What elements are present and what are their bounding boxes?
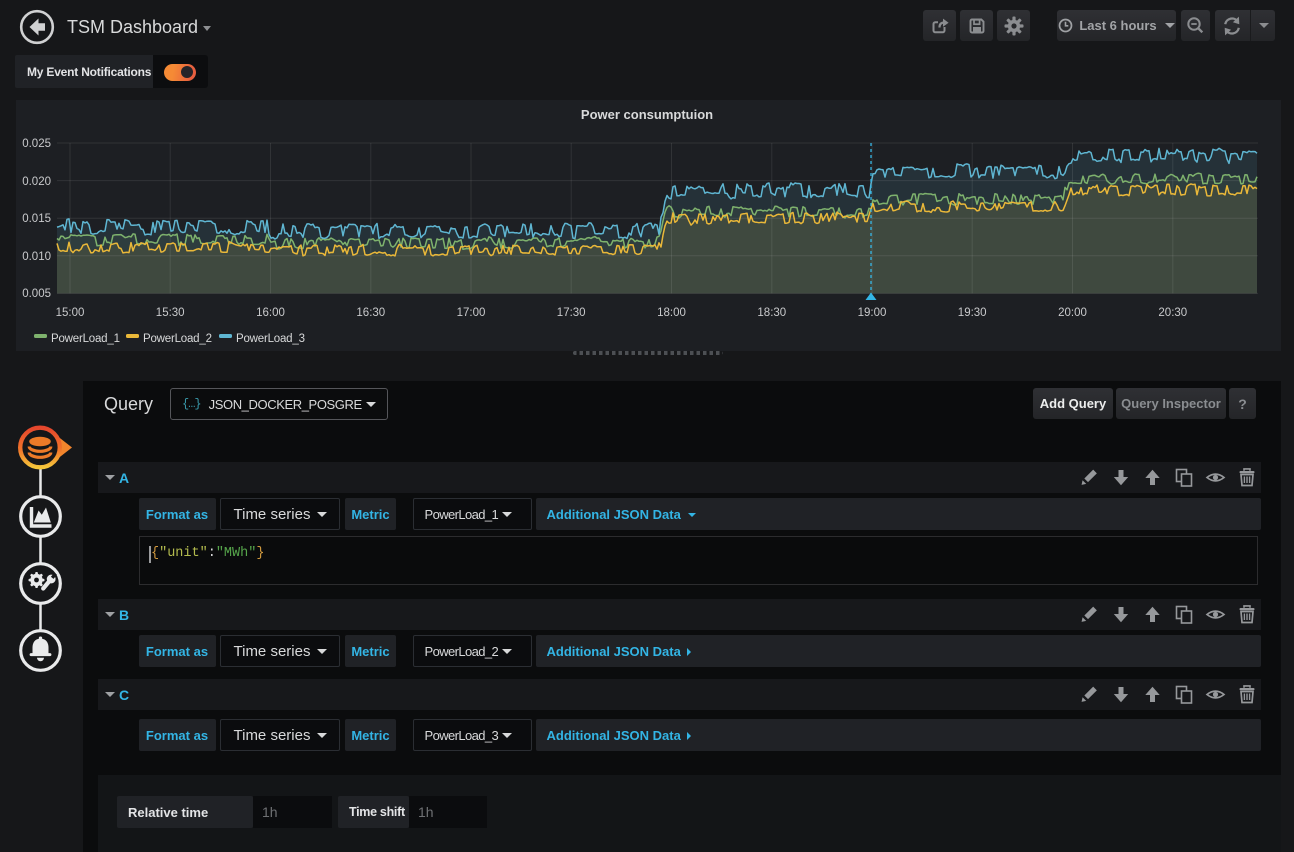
- svg-text:PowerLoad_2: PowerLoad_2: [143, 333, 212, 345]
- svg-text:0.015: 0.015: [22, 213, 51, 225]
- svg-text:20:30: 20:30: [1158, 307, 1187, 319]
- svg-text:PowerLoad_1: PowerLoad_1: [51, 333, 120, 345]
- svg-text:18:30: 18:30: [757, 307, 786, 319]
- svg-text:16:30: 16:30: [356, 307, 385, 319]
- svg-text:18:00: 18:00: [657, 307, 686, 319]
- svg-text:0.005: 0.005: [22, 288, 51, 300]
- svg-text:15:00: 15:00: [56, 307, 85, 319]
- svg-text:17:30: 17:30: [557, 307, 586, 319]
- svg-text:PowerLoad_3: PowerLoad_3: [236, 333, 305, 345]
- svg-text:15:30: 15:30: [156, 307, 185, 319]
- svg-text:0.025: 0.025: [22, 138, 51, 150]
- svg-text:19:00: 19:00: [858, 307, 887, 319]
- svg-text:0.010: 0.010: [22, 251, 51, 263]
- svg-text:0.020: 0.020: [22, 176, 51, 188]
- svg-text:16:00: 16:00: [256, 307, 285, 319]
- svg-text:19:30: 19:30: [958, 307, 987, 319]
- svg-text:17:00: 17:00: [457, 307, 486, 319]
- svg-text:Power consumptuion: Power consumptuion: [581, 107, 713, 122]
- svg-text:20:00: 20:00: [1058, 307, 1087, 319]
